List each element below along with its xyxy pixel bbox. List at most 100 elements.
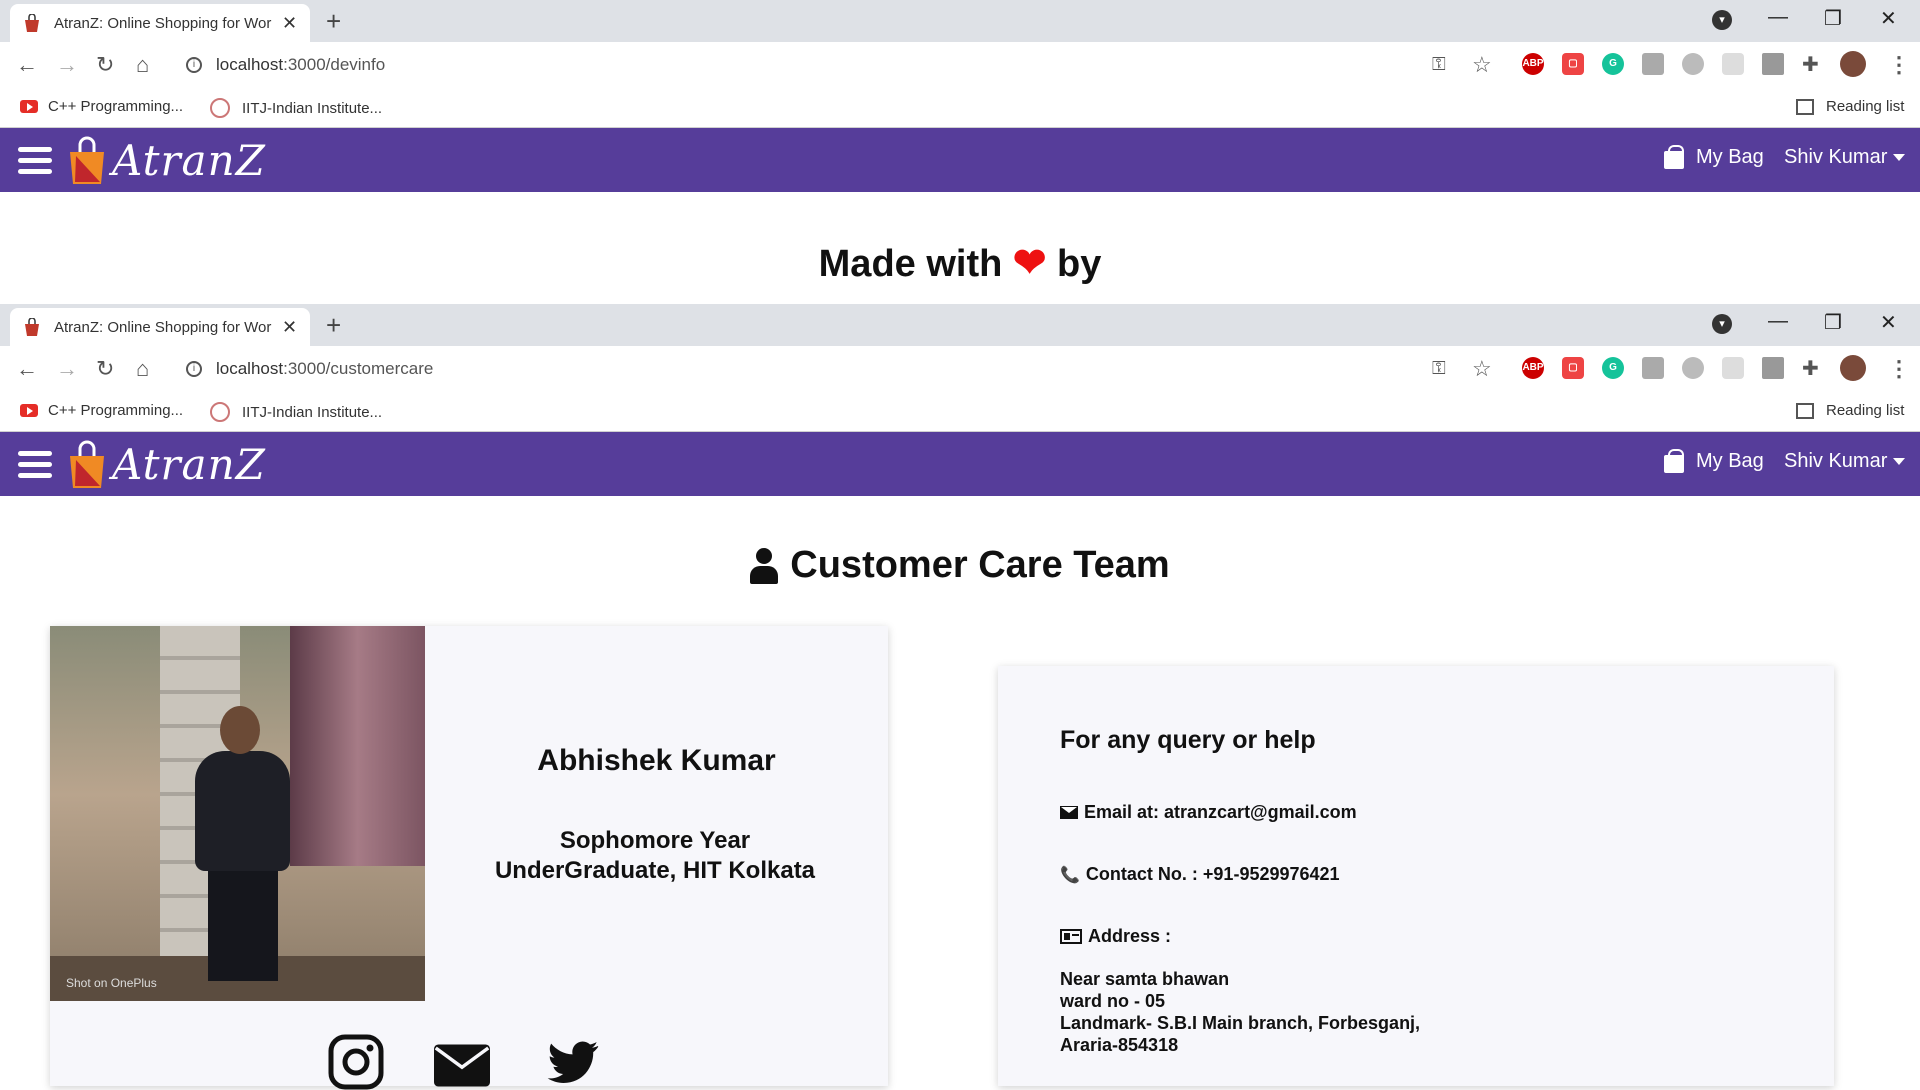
shopping-bag-logo-icon [70, 440, 104, 488]
restore-icon[interactable]: ❐ [1824, 310, 1842, 335]
window-close-icon[interactable]: ✕ [1880, 310, 1897, 335]
key-icon[interactable]: ⚿ [1432, 358, 1446, 379]
key-icon[interactable]: ⚿ [1432, 54, 1446, 75]
site-info-icon[interactable]: i [186, 57, 202, 73]
page-title: Customer Care Team [0, 544, 1920, 587]
bookmarks-bar: C++ Programming... IITJ-Indian Institute… [0, 86, 1920, 128]
team-member-card: Shot on OnePlus Abhishek Kumar Sophomore… [50, 626, 888, 1090]
reading-list[interactable]: Reading list [1796, 402, 1904, 419]
address-bar[interactable]: i localhost:3000/customercare [186, 354, 433, 384]
minimize-icon[interactable]: — [1768, 6, 1788, 29]
tab-close-icon[interactable]: ✕ [282, 317, 297, 338]
atranz-favicon-icon [25, 318, 39, 336]
app-navbar: AtranZ My Bag Shiv Kumar [0, 432, 1920, 496]
logo[interactable]: AtranZ [66, 128, 266, 192]
app-navbar: AtranZ My Bag Shiv Kumar [0, 128, 1920, 192]
contact-info-card: For any query or help Email at: atranzca… [998, 666, 1834, 1086]
shield-icon[interactable] [1722, 53, 1744, 75]
bookmark-star-icon[interactable]: ☆ [1472, 356, 1492, 382]
iitj-icon [210, 98, 230, 118]
tab-strip: AtranZ: Online Shopping for Wor ✕ + ▾ — … [0, 0, 1920, 42]
pocket-icon[interactable]: ▢ [1562, 357, 1584, 379]
puzzle-icon[interactable]: ✚ [1802, 356, 1819, 381]
info-heading: For any query or help [1060, 726, 1316, 754]
bookmark-item[interactable]: IITJ-Indian Institute... [210, 98, 382, 118]
metrics-icon[interactable] [1762, 53, 1784, 75]
address-label-row: Address : [1060, 926, 1171, 947]
browser-chrome-top: AtranZ: Online Shopping for Wor ✕ + ▾ — … [0, 0, 1920, 128]
email-row: Email at: atranzcart@gmail.com [1060, 802, 1357, 823]
metrics-icon[interactable] [1762, 357, 1784, 379]
address-card-icon [1060, 929, 1082, 944]
home-icon[interactable]: ⌂ [136, 356, 149, 382]
forward-icon[interactable]: → [56, 356, 78, 382]
home-icon[interactable]: ⌂ [136, 52, 149, 78]
bookmark-item[interactable]: IITJ-Indian Institute... [210, 402, 382, 422]
photo-watermark: Shot on OnePlus [66, 976, 157, 990]
site-info-icon[interactable]: i [186, 361, 202, 377]
my-bag-link[interactable]: My Bag [1664, 448, 1764, 473]
member-role: Sophomore Year UnderGraduate, HIT Kolkat… [494, 827, 816, 884]
heart-icon: ❤ [1012, 241, 1047, 285]
hamburger-menu-icon[interactable] [18, 451, 52, 479]
tab-strip: AtranZ: Online Shopping for Wor ✕ + ▾ — … [0, 304, 1920, 346]
puzzle-icon[interactable]: ✚ [1802, 52, 1819, 77]
avatar[interactable] [1840, 51, 1866, 77]
minimize-icon[interactable]: — [1768, 310, 1788, 333]
atranz-favicon-icon [25, 14, 39, 32]
extension-icon[interactable] [1682, 53, 1704, 75]
extension-icon[interactable] [1682, 357, 1704, 379]
new-tab-icon[interactable]: + [326, 6, 341, 37]
window-close-icon[interactable]: ✕ [1880, 6, 1897, 31]
browser-tab[interactable]: AtranZ: Online Shopping for Wor ✕ [10, 308, 310, 346]
back-icon[interactable]: ← [16, 356, 38, 382]
restore-icon[interactable]: ❐ [1824, 6, 1842, 31]
extension-icon[interactable] [1642, 53, 1664, 75]
member-photo: Shot on OnePlus [50, 626, 425, 1001]
extension-icon[interactable] [1642, 357, 1664, 379]
pocket-icon[interactable]: ▢ [1562, 53, 1584, 75]
adblock-icon[interactable]: ABP [1522, 357, 1544, 379]
bookmark-item[interactable]: C++ Programming... [20, 98, 183, 115]
forward-icon[interactable]: → [56, 52, 78, 78]
grammarly-icon[interactable]: G [1602, 357, 1624, 379]
tab-search-icon[interactable]: ▾ [1712, 314, 1732, 334]
twitter-icon[interactable] [544, 1034, 600, 1090]
member-name: Abhishek Kumar [537, 744, 776, 777]
tab-search-icon[interactable]: ▾ [1712, 10, 1732, 30]
made-with-heading: Made with ❤ by [818, 241, 1102, 285]
url-text: localhost:3000/customercare [216, 359, 434, 378]
tab-close-icon[interactable]: ✕ [282, 13, 297, 34]
browser-chrome-second: AtranZ: Online Shopping for Wor ✕ + ▾ — … [0, 304, 1920, 432]
reload-icon[interactable]: ↻ [96, 356, 114, 382]
grammarly-icon[interactable]: G [1602, 53, 1624, 75]
reload-icon[interactable]: ↻ [96, 52, 114, 78]
my-bag-link[interactable]: My Bag [1664, 144, 1764, 169]
bookmark-star-icon[interactable]: ☆ [1472, 52, 1492, 78]
user-menu[interactable]: Shiv Kumar [1784, 450, 1906, 473]
phone-icon: 📞 [1060, 866, 1080, 884]
shield-icon[interactable] [1722, 357, 1744, 379]
new-tab-icon[interactable]: + [326, 310, 341, 341]
reading-list[interactable]: Reading list [1796, 98, 1904, 115]
envelope-icon[interactable] [434, 1034, 490, 1090]
menu-icon[interactable]: ⋮ [1888, 52, 1910, 78]
bag-icon [1664, 448, 1684, 473]
address-bar[interactable]: i localhost:3000/devinfo [186, 50, 385, 80]
browser-toolbar: ← → ↻ ⌂ i localhost:3000/customercare ⚿ … [0, 346, 1920, 390]
url-text: localhost:3000/devinfo [216, 55, 386, 74]
logo[interactable]: AtranZ [66, 432, 266, 496]
menu-icon[interactable]: ⋮ [1888, 356, 1910, 382]
tab-title: AtranZ: Online Shopping for Wor [54, 318, 272, 336]
avatar[interactable] [1840, 355, 1866, 381]
bookmarks-bar: C++ Programming... IITJ-Indian Institute… [0, 390, 1920, 432]
bag-icon [1664, 144, 1684, 169]
instagram-icon[interactable] [328, 1034, 384, 1090]
bookmark-item[interactable]: C++ Programming... [20, 402, 183, 419]
hamburger-menu-icon[interactable] [18, 147, 52, 175]
user-menu[interactable]: Shiv Kumar [1784, 146, 1906, 169]
adblock-icon[interactable]: ABP [1522, 53, 1544, 75]
logo-text: AtranZ [112, 439, 266, 489]
back-icon[interactable]: ← [16, 52, 38, 78]
browser-tab[interactable]: AtranZ: Online Shopping for Wor ✕ [10, 4, 310, 42]
